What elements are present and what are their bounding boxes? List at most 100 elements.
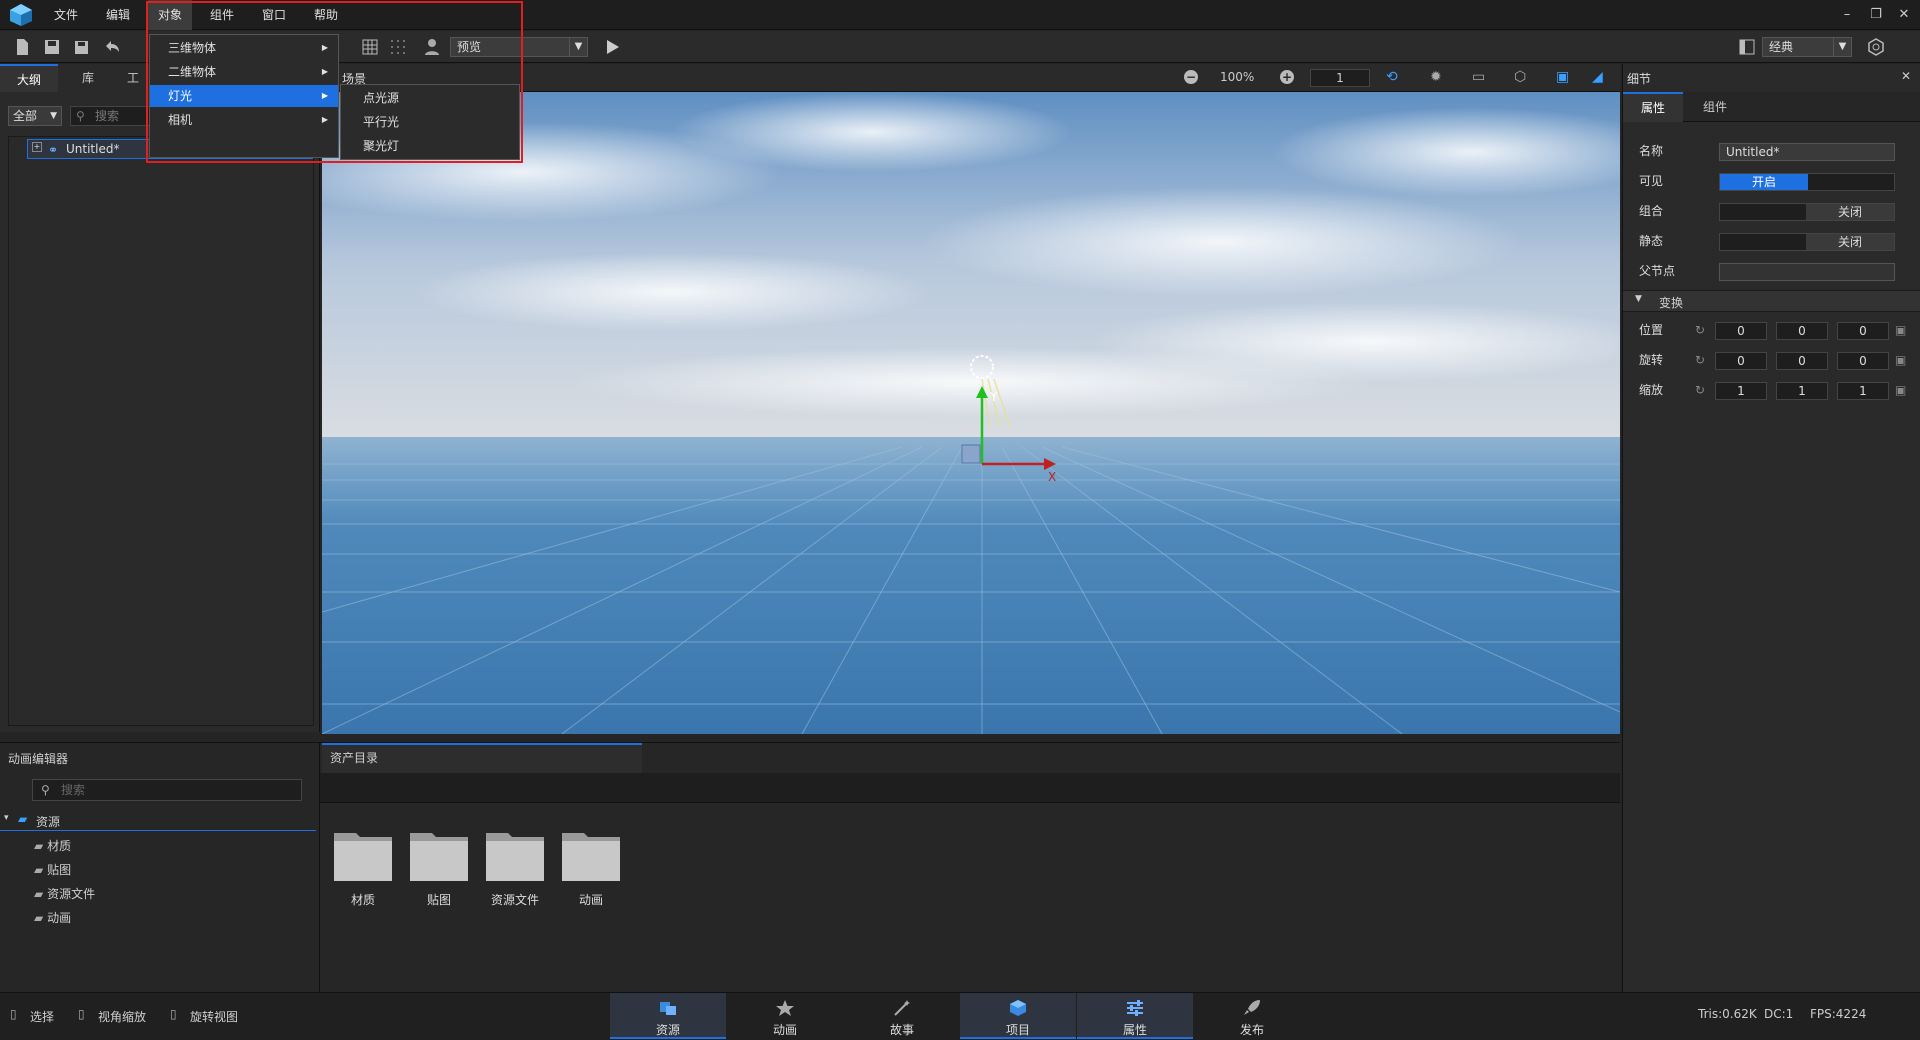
reset-icon[interactable]: ↻ bbox=[1695, 323, 1709, 337]
position-z[interactable]: 0 bbox=[1837, 322, 1889, 340]
scale-label: 缩放 bbox=[1639, 383, 1664, 397]
position-label: 位置 bbox=[1639, 323, 1664, 337]
menu-item-2d-object[interactable]: 二维物体 ▶ bbox=[150, 61, 338, 83]
reset-icon[interactable]: ↻ bbox=[1695, 353, 1709, 367]
bottom-tab-publish[interactable]: 发布 bbox=[1194, 993, 1310, 1039]
position-y[interactable]: 0 bbox=[1776, 322, 1828, 340]
parent-field[interactable] bbox=[1719, 263, 1895, 281]
rocket-icon bbox=[1244, 1000, 1260, 1015]
zoom-in-icon[interactable]: + bbox=[1280, 70, 1294, 84]
anim-search-input[interactable]: ⚲ 搜索 bbox=[32, 779, 302, 801]
close-icon[interactable]: ✕ bbox=[1901, 69, 1911, 83]
tab-tools[interactable]: 工 bbox=[118, 64, 148, 92]
folder-icon bbox=[410, 833, 468, 881]
character-icon[interactable] bbox=[422, 37, 442, 57]
tree-item-assets[interactable]: ▾ ▰ 资源 bbox=[0, 811, 316, 831]
menu-object[interactable]: 对象 bbox=[148, 0, 193, 30]
tree-item-resource-files[interactable]: ▰ 资源文件 bbox=[34, 885, 95, 902]
tree-item-animation[interactable]: ▰ 动画 bbox=[34, 909, 71, 926]
menu-edit[interactable]: 编辑 bbox=[96, 0, 140, 30]
minimize-icon[interactable]: – bbox=[1838, 6, 1856, 24]
asset-path-bar bbox=[320, 773, 1620, 803]
menu-item-light[interactable]: 灯光 ▶ bbox=[150, 85, 338, 107]
dot-grid-icon[interactable] bbox=[388, 37, 408, 57]
preview-select[interactable]: 预览 ▼ bbox=[450, 37, 588, 57]
grid-icon[interactable] bbox=[360, 37, 380, 57]
close-icon[interactable]: ✕ bbox=[1895, 6, 1913, 24]
visible-toggle[interactable]: 开启 bbox=[1719, 173, 1895, 191]
scale-x[interactable]: 1 bbox=[1715, 382, 1767, 400]
menu-item-camera[interactable]: 相机 ▶ bbox=[150, 109, 338, 131]
layout-select[interactable]: 经典 ▼ bbox=[1762, 37, 1852, 57]
settings-hex-icon[interactable] bbox=[1866, 37, 1886, 57]
rotation-z[interactable]: 0 bbox=[1837, 352, 1889, 370]
folder-label: 材质 bbox=[350, 893, 375, 907]
lock-icon[interactable]: ▣ bbox=[1895, 383, 1906, 397]
gradient-icon[interactable]: ◢ bbox=[1592, 69, 1603, 85]
new-file-icon[interactable] bbox=[12, 37, 32, 57]
tab-outline[interactable]: 大纲 bbox=[0, 64, 58, 92]
transform-header[interactable]: ▼ 变换 bbox=[1623, 290, 1920, 312]
folder-icon: ▰ bbox=[34, 863, 44, 877]
scale-y[interactable]: 1 bbox=[1776, 382, 1828, 400]
hint-select: 选择 bbox=[30, 1010, 55, 1024]
rotation-x[interactable]: 0 bbox=[1715, 352, 1767, 370]
folder-animation[interactable]: 动画 bbox=[560, 827, 622, 907]
preview-select-value: 预览 bbox=[457, 40, 482, 54]
bottom-tab-project[interactable]: 项目 bbox=[960, 993, 1076, 1039]
scene-viewport[interactable]: Y X bbox=[322, 92, 1620, 734]
stat-draw-calls: DC:1 bbox=[1764, 1007, 1794, 1021]
folder-resource-files[interactable]: 资源文件 bbox=[484, 827, 546, 907]
lock-icon[interactable]: ▣ bbox=[1895, 323, 1906, 337]
menu-item-point-light[interactable]: 点光源 bbox=[341, 86, 519, 110]
menu-window[interactable]: 窗口 bbox=[252, 0, 296, 30]
folder-texture[interactable]: 贴图 bbox=[408, 827, 470, 907]
group-toggle[interactable]: 关闭 bbox=[1719, 203, 1895, 221]
bottom-tab-label: 项目 bbox=[1005, 1023, 1030, 1037]
menu-component[interactable]: 组件 bbox=[200, 0, 244, 30]
chevron-right-icon: ▶ bbox=[321, 43, 328, 52]
scale-z[interactable]: 1 bbox=[1837, 382, 1889, 400]
camera-icon[interactable]: ▭ bbox=[1472, 69, 1485, 85]
bottom-tab-animation[interactable]: 动画 bbox=[727, 993, 843, 1039]
menu-item-3d-object[interactable]: 三维物体 ▶ bbox=[150, 37, 338, 59]
static-toggle[interactable]: 关闭 bbox=[1719, 233, 1895, 251]
layout-icon[interactable] bbox=[1737, 37, 1757, 57]
link-icon[interactable]: ⟲ bbox=[1386, 69, 1398, 85]
restore-icon[interactable]: ❐ bbox=[1867, 6, 1885, 24]
bottom-tab-properties[interactable]: 属性 bbox=[1077, 993, 1193, 1039]
cube-icon[interactable]: ⬡ bbox=[1514, 69, 1526, 85]
undo-icon[interactable] bbox=[102, 37, 122, 57]
reset-icon[interactable]: ↻ bbox=[1695, 383, 1709, 397]
bottom-tab-assets[interactable]: 资源 bbox=[610, 993, 726, 1039]
tab-properties[interactable]: 属性 bbox=[1623, 92, 1683, 122]
menu-item-spot-light[interactable]: 聚光灯 bbox=[341, 134, 519, 158]
chevron-down-icon: ▼ bbox=[50, 111, 57, 121]
save-all-icon[interactable] bbox=[72, 37, 92, 57]
zoom-out-icon[interactable]: − bbox=[1184, 70, 1198, 84]
layer-input[interactable]: 1 bbox=[1310, 69, 1370, 87]
name-field[interactable]: Untitled* bbox=[1719, 143, 1895, 161]
save-icon[interactable] bbox=[42, 37, 62, 57]
tab-asset-directory[interactable]: 资产目录 bbox=[322, 743, 642, 773]
save-view-icon[interactable]: ▣ bbox=[1556, 69, 1569, 85]
outline-panel: 大纲 库 工 全部 ▼ ⚲ 搜索 + ⚭ Untitled* bbox=[0, 64, 320, 732]
bottom-tab-story[interactable]: 故事 bbox=[844, 993, 960, 1039]
folder-material[interactable]: 材质 bbox=[332, 827, 394, 907]
outline-filter-select[interactable]: 全部 ▼ bbox=[8, 106, 62, 126]
folder-icon: ▰ bbox=[34, 911, 44, 925]
sun-icon[interactable]: ✹ bbox=[1430, 69, 1442, 85]
expand-icon[interactable]: + bbox=[32, 142, 42, 152]
play-icon[interactable] bbox=[602, 37, 622, 57]
menu-help[interactable]: 帮助 bbox=[304, 0, 348, 30]
menu-item-directional-light[interactable]: 平行光 bbox=[341, 110, 519, 134]
menu-file[interactable]: 文件 bbox=[44, 0, 88, 30]
tab-library[interactable]: 库 bbox=[60, 64, 116, 92]
position-x[interactable]: 0 bbox=[1715, 322, 1767, 340]
tree-item-material[interactable]: ▰ 材质 bbox=[34, 837, 71, 854]
tab-components[interactable]: 组件 bbox=[1685, 92, 1745, 122]
rotation-y[interactable]: 0 bbox=[1776, 352, 1828, 370]
tree-item-texture[interactable]: ▰ 贴图 bbox=[34, 861, 71, 878]
outline-search-placeholder: 搜索 bbox=[95, 109, 120, 123]
lock-icon[interactable]: ▣ bbox=[1895, 353, 1906, 367]
